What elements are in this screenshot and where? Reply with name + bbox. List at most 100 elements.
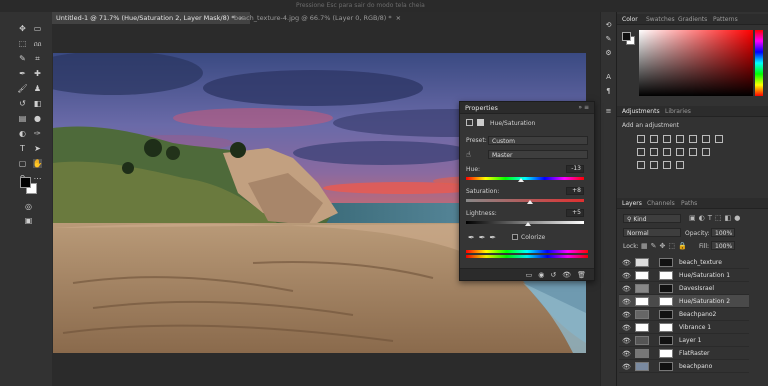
lightness-value[interactable]: +5 [566,209,584,217]
lightness-slider[interactable] [466,221,584,226]
layer-row[interactable]: 👁 Hue/Saturation 1 [619,269,749,282]
mask-icon[interactable] [477,119,484,126]
blend-mode-select[interactable]: Normal [623,228,681,237]
photo-filter-icon[interactable] [650,148,658,156]
selective-color-icon[interactable] [650,161,658,169]
layer-mask-thumbnail[interactable] [659,271,673,280]
color-lookup-icon[interactable] [676,148,684,156]
levels-icon[interactable] [650,135,658,143]
tab-beach-texture[interactable]: beach_texture-4.jpg @ 66.7% (Layer 0, RG… [228,12,407,24]
hue-slider-handle[interactable] [517,178,524,182]
brushes-icon[interactable]: ✎ [604,34,613,43]
eyedropper-icons[interactable]: ✒✒✒ [468,233,500,242]
saturation-value[interactable]: +8 [566,187,584,195]
eraser-tool-icon[interactable]: ◧ [33,99,42,108]
layer-row[interactable]: 👁 beach_texture [619,256,749,269]
layer-filter-icons[interactable]: ▣◐T⬚◧● [689,214,743,222]
visibility-icon[interactable]: 👁 [622,311,631,319]
exposure-icon[interactable] [676,135,684,143]
colorize-checkbox[interactable] [512,234,518,240]
tab-layers[interactable]: Layers [622,200,642,207]
posterize-icon[interactable] [702,148,710,156]
layer-kind-filter[interactable]: ⚲ Kind [623,214,681,223]
properties-icon[interactable]: ≡ [604,106,613,115]
color-balance-icon[interactable] [715,135,723,143]
tab-channels[interactable]: Channels [647,200,675,207]
type-tool-icon[interactable]: T [18,144,27,153]
paragraph-icon[interactable]: ¶ [604,86,613,95]
opacity-input[interactable]: 100% [711,228,735,237]
color-picker-field[interactable] [639,30,753,96]
delete-icon[interactable]: 🗑 [577,271,586,279]
layer-row[interactable]: 👁 FlatRaster [619,347,749,360]
layer-mask-thumbnail[interactable] [659,310,673,319]
curves-icon[interactable] [663,135,671,143]
more-tools-icon[interactable]: ⋯ [33,174,42,183]
lightness-slider-handle[interactable] [524,222,531,226]
crop-tool-icon[interactable]: ⌗ [33,54,42,63]
view-previous-icon[interactable]: ◉ [538,271,544,279]
eyedropper-tool-icon[interactable]: ✒ [18,69,27,78]
hand-tool-icon[interactable]: ✋ [33,159,42,168]
tab-color[interactable]: Color [622,16,638,23]
visibility-icon[interactable]: 👁 [622,324,631,332]
artboard-tool-icon[interactable]: ▭ [33,24,42,33]
tab-untitled-1[interactable]: Untitled-1 @ 71.7% (Hue/Saturation 2, La… [50,12,251,24]
target-adjust-icon[interactable]: ☝ [466,150,471,159]
foreground-color-swatch[interactable] [20,177,31,188]
tab-gradients[interactable]: Gradients [678,16,707,23]
solid-color-icon[interactable] [676,161,684,169]
threshold-icon[interactable] [637,161,645,169]
path-select-tool-icon[interactable]: ➤ [33,144,42,153]
saturation-slider-handle[interactable] [526,200,533,204]
reset-icon[interactable]: ↺ [550,271,556,279]
history-icon[interactable]: ⟲ [604,20,613,29]
pen-tool-icon[interactable]: ✑ [33,129,42,138]
brush-tool-icon[interactable]: 🖌 [17,84,27,93]
channel-select[interactable]: Master [488,150,588,159]
settings-icon[interactable]: ⚙ [604,48,613,57]
marquee-tool-icon[interactable]: ⬚ [18,39,27,48]
layer-mask-thumbnail[interactable] [659,323,673,332]
panel-menu-icon[interactable]: » ≡ [578,104,589,111]
layer-row[interactable]: 👁 Vibrance 1 [619,321,749,334]
gradient-tool-icon[interactable]: ▤ [18,114,27,123]
visibility-icon[interactable]: 👁 [622,259,631,267]
layer-row[interactable]: 👁 Layer 1 [619,334,749,347]
black-white-icon[interactable] [637,148,645,156]
tab-libraries[interactable]: Libraries [665,108,691,115]
blur-tool-icon[interactable]: ● [33,114,42,123]
channel-mixer-icon[interactable] [663,148,671,156]
layer-row[interactable]: 👁 DavesIsrael [619,282,749,295]
hue-slider[interactable] [755,30,763,96]
visibility-icon[interactable]: 👁 [622,285,631,293]
hue-slider[interactable] [466,177,584,182]
lock-icons[interactable]: ▦✎✥⬚🔒 [641,242,690,250]
hue-saturation-icon[interactable] [702,135,710,143]
visibility-icon[interactable]: 👁 [622,298,631,306]
saturation-slider[interactable] [466,199,584,204]
layer-mask-thumbnail[interactable] [659,362,673,371]
brightness-icon[interactable] [637,135,645,143]
lasso-tool-icon[interactable]: ᦶ [33,39,42,48]
screen-mode-icon[interactable]: ▣ [24,216,33,225]
gradient-map-icon[interactable] [663,161,671,169]
tab-patterns[interactable]: Patterns [713,16,738,23]
visibility-icon[interactable]: 👁 [622,363,631,371]
tab-paths[interactable]: Paths [681,200,697,207]
visibility-icon[interactable]: 👁 [562,271,571,279]
move-tool-icon[interactable]: ✥ [18,24,27,33]
visibility-icon[interactable]: 👁 [622,272,631,280]
fill-input[interactable]: 100% [711,241,735,250]
layer-mask-thumbnail[interactable] [659,349,673,358]
layer-mask-thumbnail[interactable] [659,258,673,267]
layer-row[interactable]: 👁 Beachpano2 [619,308,749,321]
layer-mask-thumbnail[interactable] [659,284,673,293]
layer-mask-thumbnail[interactable] [659,297,673,306]
preset-select[interactable]: Custom [488,136,588,145]
visibility-icon[interactable]: 👁 [622,350,631,358]
healing-tool-icon[interactable]: ✚ [33,69,42,78]
history-brush-icon[interactable]: ↺ [18,99,27,108]
character-icon[interactable]: A [604,72,613,81]
invert-icon[interactable] [689,148,697,156]
